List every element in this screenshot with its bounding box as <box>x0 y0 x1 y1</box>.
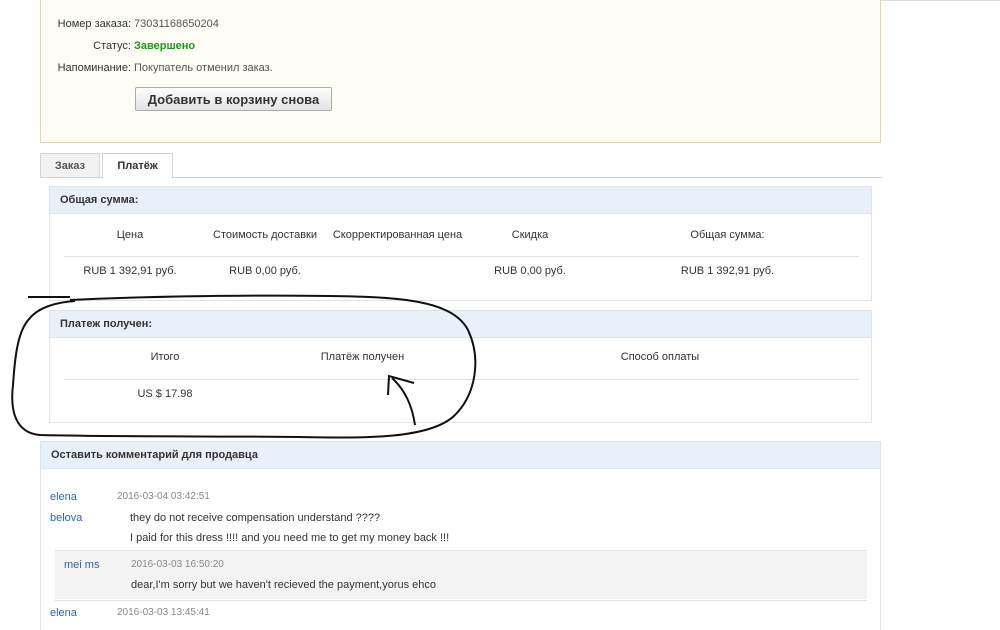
total-header-adjusted: Скорректированная цена <box>332 229 463 241</box>
order-status-row: Статус: Завершено <box>41 40 882 54</box>
payment-header-received: Платёж получен <box>320 351 405 363</box>
order-number-value: 73031168650204 <box>134 18 219 30</box>
tab-bar: Заказ Платёж <box>40 153 882 179</box>
comment-user[interactable]: elena <box>50 607 77 619</box>
total-header-sum: Общая сумма: <box>690 229 765 241</box>
total-panel: Общая сумма: Цена Стоимость доставки Ско… <box>49 186 872 301</box>
total-divider <box>64 256 859 257</box>
comment-date: 2016-03-04 03:42:51 <box>117 491 210 502</box>
total-header-price: Цена <box>116 229 144 241</box>
list-item: mei ms 2016-03-03 16:50:20 dear,I'm sorr… <box>55 551 867 599</box>
order-reminder-row: Напоминание: Покупатель отменил заказ. <box>41 62 882 76</box>
tab-order[interactable]: Заказ <box>40 153 100 178</box>
comment-text: dear,I'm sorry but we haven't recieved t… <box>131 579 437 591</box>
comment-divider <box>55 600 867 601</box>
payment-header-total: Итого <box>150 351 180 363</box>
total-header-discount: Скидка <box>511 229 549 241</box>
comment-panel-title: Оставить комментарий для продавца <box>41 442 880 469</box>
total-value-shipping: RUB 0,00 руб. <box>229 265 301 277</box>
total-value-sum: RUB 1 392,91 руб. <box>680 265 775 277</box>
comment-user[interactable]: elena <box>50 491 77 503</box>
top-divider <box>880 0 1000 1</box>
payment-value-total: US $ 17.98 <box>137 388 193 400</box>
total-panel-title: Общая сумма: <box>50 187 871 214</box>
total-value-price: RUB 1 392,91 руб. <box>83 265 177 277</box>
payment-header-method: Способ оплаты <box>620 351 700 363</box>
order-number-label: Номер заказа: <box>57 18 131 30</box>
total-value-discount: RUB 0,00 руб. <box>494 265 566 277</box>
comment-user[interactable]: belova <box>50 512 82 524</box>
order-status-label: Статус: <box>93 40 131 52</box>
order-status-value: Завершено <box>134 40 196 52</box>
add-to-cart-again-button[interactable]: Добавить в корзину снова <box>135 87 332 111</box>
comment-date: 2016-03-03 16:50:20 <box>131 559 224 570</box>
payment-panel-title: Платеж получен: <box>50 311 871 338</box>
order-reminder-value: Покупатель отменил заказ. <box>134 62 273 74</box>
total-header-shipping: Стоимость доставки <box>213 229 317 241</box>
order-number-row: Номер заказа: 73031168650204 <box>41 18 882 32</box>
order-reminder-label: Напоминание: <box>57 62 131 74</box>
comment-date: 2016-03-03 13:45:41 <box>117 607 210 618</box>
order-info-box: Номер заказа: 73031168650204 Статус: Зав… <box>40 0 881 143</box>
comment-user[interactable]: mei ms <box>64 559 99 571</box>
payment-received-panel: Платеж получен: Итого Платёж получен Спо… <box>49 310 872 423</box>
seller-comment-panel: Оставить комментарий для продавца elena … <box>40 441 881 630</box>
comment-text: they do not receive compensation underst… <box>130 512 381 524</box>
payment-divider <box>64 379 859 380</box>
tab-payment[interactable]: Платёж <box>102 153 173 179</box>
comment-text: I paid for this dress !!!! and you need … <box>130 532 450 544</box>
